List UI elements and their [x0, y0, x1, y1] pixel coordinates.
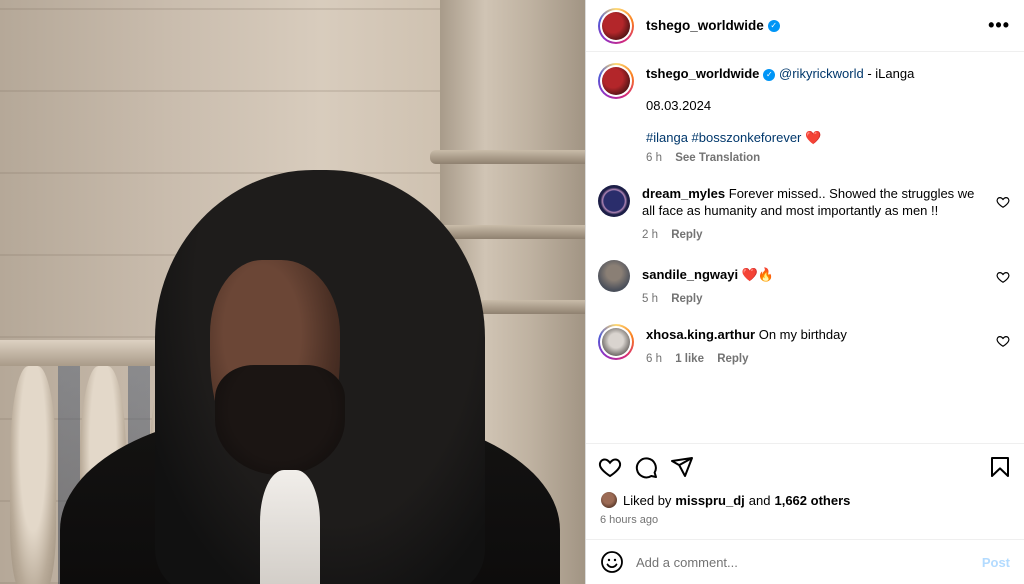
like-comment-icon[interactable]	[996, 195, 1010, 209]
post-header: tshego_worldwide ✓ •••	[586, 0, 1024, 52]
more-options-icon[interactable]: •••	[988, 15, 1010, 36]
caption-time: 6 h	[646, 152, 662, 164]
post-image[interactable]	[0, 0, 585, 584]
comment-row: dream_myles Forever missed.. Showed the …	[598, 185, 1010, 244]
verified-badge-icon: ✓	[767, 19, 780, 32]
commenter-avatar[interactable]	[598, 260, 630, 292]
caption: tshego_worldwide ✓ @rikyrickworld - iLang…	[598, 63, 1010, 167]
caption-hashtags[interactable]: #ilanga #bosszonkeforever	[646, 130, 801, 145]
comment-time: 5 h	[642, 293, 658, 305]
hooded-man	[60, 170, 560, 584]
caption-date: 08.03.2024	[646, 98, 712, 113]
likes-summary: Liked by misspru_dj and 1,662 others	[600, 491, 850, 509]
author-username[interactable]: tshego_worldwide	[646, 18, 764, 33]
commenter-avatar[interactable]	[598, 185, 630, 217]
comment-bubble-icon[interactable]	[634, 455, 658, 479]
caption-mention-link[interactable]: @rikyrickworld	[779, 66, 864, 81]
likes-prefix: Liked by	[623, 492, 672, 508]
post-actions-bar	[586, 443, 1024, 489]
verified-badge-icon: ✓	[763, 68, 776, 81]
add-comment-bar: Post	[586, 539, 1024, 584]
reply-button[interactable]: Reply	[717, 353, 748, 365]
comment-time: 6 h	[646, 353, 662, 365]
reply-button[interactable]: Reply	[671, 293, 702, 305]
comment-username[interactable]: sandile_ngwayi	[642, 267, 738, 282]
like-heart-icon[interactable]	[598, 455, 622, 479]
share-paper-plane-icon[interactable]	[670, 455, 694, 479]
comment-likes-count[interactable]: 1 like	[675, 353, 704, 365]
reply-button[interactable]: Reply	[671, 229, 702, 241]
post-comment-button[interactable]: Post	[982, 555, 1010, 570]
post-side-panel: tshego_worldwide ✓ ••• tshego_worldwide ✓…	[585, 0, 1024, 584]
comment-row: sandile_ngwayi ❤️🔥 5 h Reply	[598, 260, 1010, 308]
author-avatar[interactable]	[598, 7, 634, 44]
likes-others-link[interactable]: 1,662 others	[774, 493, 850, 508]
comment-username[interactable]: xhosa.king.arthur	[646, 327, 755, 342]
heart-emoji: ❤️	[805, 130, 822, 145]
like-comment-icon[interactable]	[996, 270, 1010, 284]
comment-text: On my birthday	[758, 327, 847, 342]
comment-input[interactable]	[636, 554, 982, 570]
likes-mid: and	[748, 492, 771, 508]
comment-time: 2 h	[642, 229, 658, 241]
comments-list: tshego_worldwide ✓ @rikyrickworld - iLang…	[586, 53, 1024, 443]
comment-text: ❤️🔥	[741, 267, 775, 282]
save-bookmark-icon[interactable]	[988, 455, 1012, 479]
see-translation-link[interactable]: See Translation	[675, 152, 760, 164]
caption-avatar[interactable]	[598, 63, 634, 99]
liker-username[interactable]: misspru_dj	[675, 493, 744, 508]
emoji-smiley-icon[interactable]	[600, 550, 624, 574]
caption-text: - iLanga	[863, 66, 915, 81]
commenter-avatar[interactable]	[598, 324, 634, 360]
liker-avatar[interactable]	[600, 491, 618, 509]
like-comment-icon[interactable]	[996, 334, 1010, 348]
caption-username[interactable]: tshego_worldwide	[646, 66, 759, 81]
comment-username[interactable]: dream_myles	[642, 186, 725, 201]
comment-row: xhosa.king.arthur On my birthday 6 h 1 l…	[598, 324, 1010, 368]
posted-time: 6 hours ago	[600, 514, 659, 526]
